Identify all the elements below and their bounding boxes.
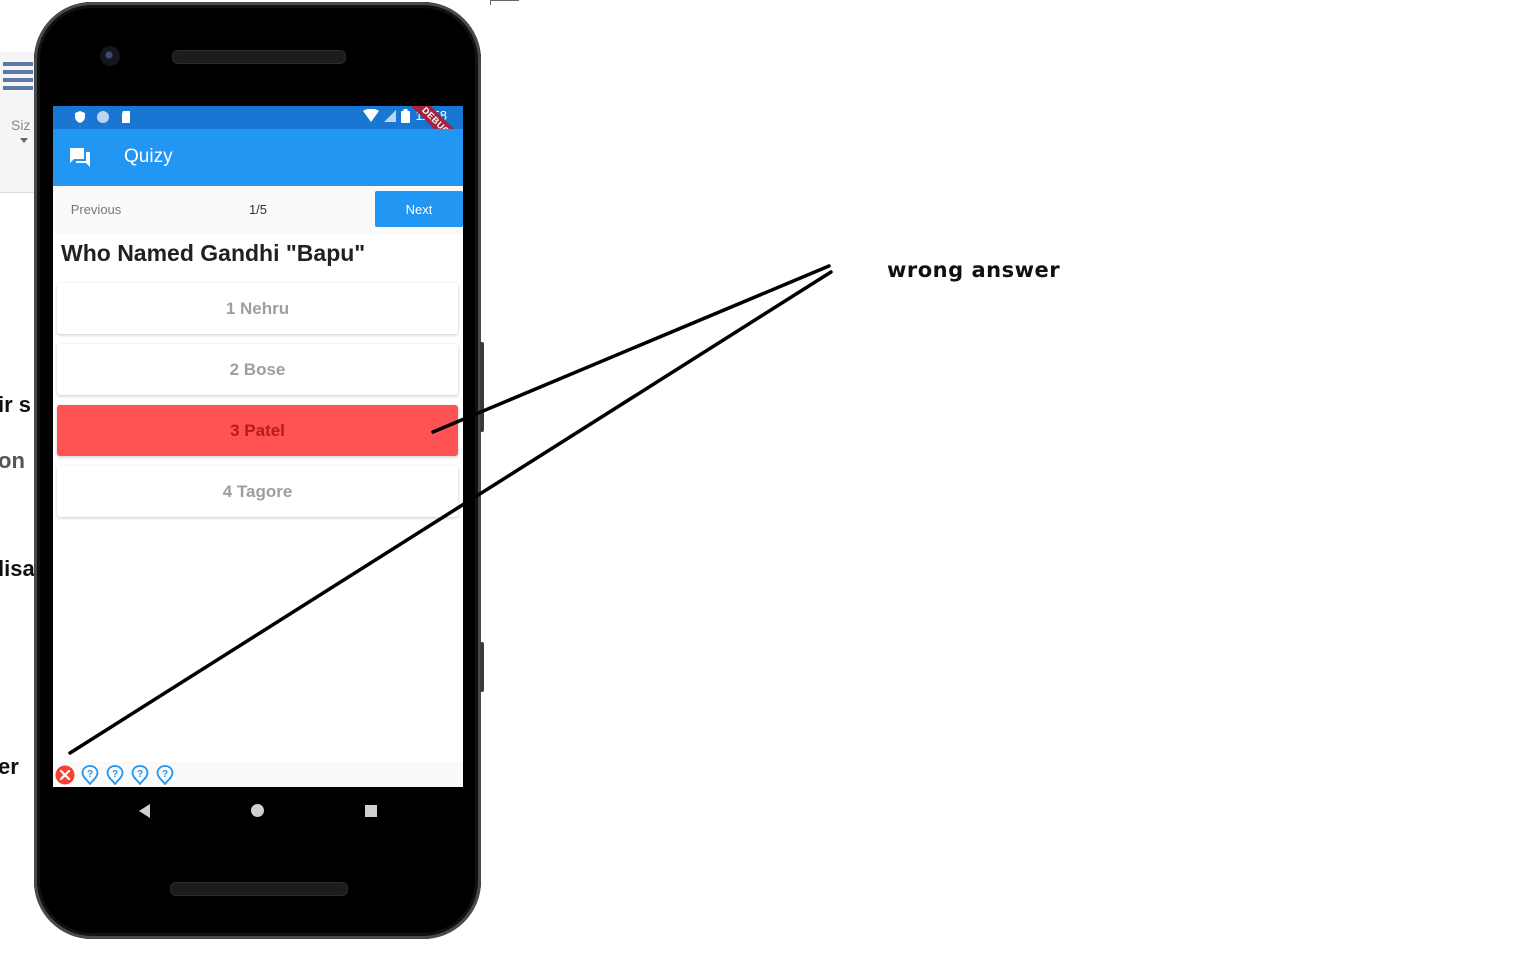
recent-apps-icon[interactable] <box>365 805 377 817</box>
app-title: Quizy <box>124 146 173 167</box>
earpiece-speaker <box>172 50 346 64</box>
bottom-speaker <box>170 882 348 896</box>
sd-card-icon <box>122 111 130 123</box>
unanswered-help-icon: ? <box>106 765 124 785</box>
answer-option-1[interactable]: 1 Nehru <box>57 283 458 334</box>
volume-button <box>480 342 484 432</box>
unanswered-help-icon: ? <box>156 765 174 785</box>
svg-text:?: ? <box>137 769 143 780</box>
background-text-fragment: er <box>0 754 19 779</box>
background-size-label: Siz <box>11 117 31 133</box>
answer-option-4[interactable]: 4 Tagore <box>57 466 458 517</box>
app-screen: 11:58 DEBUG Quizy Previous 1/5 Next Who … <box>53 106 463 787</box>
progress-tracker: ? ? ? ? <box>53 762 463 787</box>
svg-text:?: ? <box>87 769 93 780</box>
battery-icon <box>401 108 411 123</box>
android-nav-bar <box>53 787 463 835</box>
background-text-fragment: ir s <box>0 392 32 417</box>
background-text-fragment: on <box>0 448 25 473</box>
background-text-fragment: lisa <box>0 556 35 581</box>
circle-icon <box>97 111 109 123</box>
next-button[interactable]: Next <box>375 191 463 227</box>
forum-icon <box>70 148 90 167</box>
back-icon[interactable] <box>139 804 150 818</box>
app-bar: Quizy <box>53 129 463 186</box>
answer-option-3-wrong[interactable]: 3 Patel <box>57 405 458 456</box>
background-corner <box>490 0 519 5</box>
status-bar: 11:58 DEBUG <box>53 106 463 165</box>
front-camera <box>100 46 120 66</box>
shield-icon <box>75 111 85 123</box>
answer-option-2[interactable]: 2 Bose <box>57 344 458 395</box>
signal-icon <box>384 109 397 122</box>
svg-text:?: ? <box>162 769 168 780</box>
annotation-line-option <box>431 264 831 434</box>
power-button <box>480 642 484 692</box>
wifi-icon <box>363 109 380 122</box>
wrong-cross-icon <box>55 765 75 785</box>
question-text: Who Named Gandhi "Bapu" <box>61 240 366 266</box>
background-menu-icon <box>3 62 33 94</box>
unanswered-help-icon: ? <box>131 765 149 785</box>
quiz-navigation: Previous 1/5 Next <box>53 186 463 234</box>
svg-text:?: ? <box>112 769 118 780</box>
unanswered-help-icon: ? <box>81 765 99 785</box>
background-caret-icon <box>20 138 28 143</box>
home-icon[interactable] <box>251 804 264 817</box>
annotation-label: wrong answer <box>887 258 1061 282</box>
